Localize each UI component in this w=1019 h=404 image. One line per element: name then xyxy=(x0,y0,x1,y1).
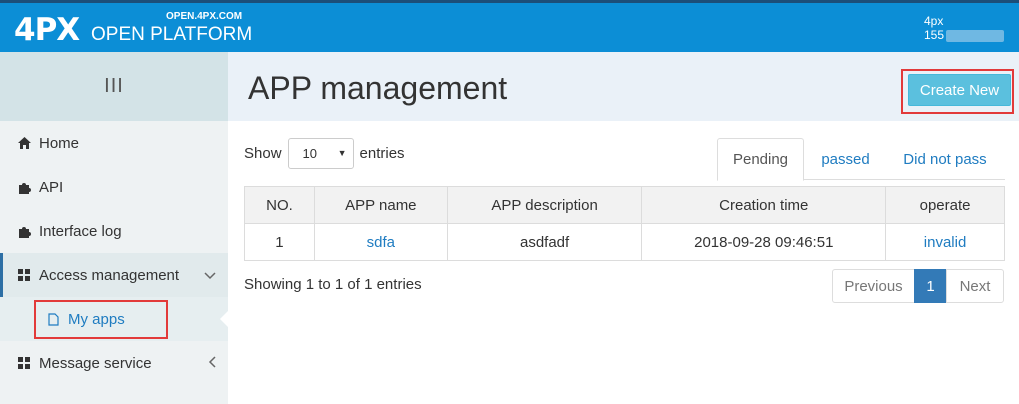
page-length-control: Show 10 ▼ entries xyxy=(244,138,405,169)
tab-did-not-pass[interactable]: Did not pass xyxy=(892,138,998,180)
column-header[interactable]: APP description xyxy=(446,186,643,224)
file-icon xyxy=(46,312,60,326)
sidebar: III Home API Interface log Access manage… xyxy=(0,52,228,404)
user-info[interactable]: 4px 155 xyxy=(924,14,1005,42)
sidebar-toggle-button[interactable]: III xyxy=(0,52,228,121)
cell-description: asdfadf xyxy=(446,223,643,261)
home-icon xyxy=(17,136,31,150)
apps-table: NO. APP name APP description Creation ti… xyxy=(244,186,1005,261)
user-name: 4px xyxy=(924,14,944,28)
grid-icon xyxy=(17,268,31,282)
table-info: Showing 1 to 1 of 1 entries xyxy=(244,276,422,293)
sidebar-item-label: Interface log xyxy=(39,222,122,240)
cell-number: 1 xyxy=(244,223,315,261)
grid-icon xyxy=(17,356,31,370)
caret-down-icon: ▼ xyxy=(337,148,347,158)
table-header-row: NO. APP name APP description Creation ti… xyxy=(244,186,1005,224)
puzzle-icon xyxy=(17,224,31,238)
page-header: APP management Create New xyxy=(228,52,1019,121)
sidebar-item-label: Access management xyxy=(39,266,180,284)
logo-name: OPEN PLATFORM xyxy=(91,24,253,45)
column-header[interactable]: Creation time xyxy=(641,186,887,224)
page-title: APP management xyxy=(248,70,508,106)
status-tabs: Pending passed Did not pass xyxy=(717,138,1005,181)
invalid-link[interactable]: invalid xyxy=(885,223,1005,261)
sidebar-item-label: My apps xyxy=(68,310,125,328)
page-1-button[interactable]: 1 xyxy=(914,269,947,303)
chevron-left-icon xyxy=(208,355,216,371)
app-name-link[interactable]: sdfa xyxy=(313,223,448,261)
sidebar-item-message-service[interactable]: Message service xyxy=(0,341,228,385)
puzzle-icon xyxy=(17,180,31,194)
redacted-mask xyxy=(946,29,1005,42)
top-navbar: 4PX OPEN.4PX.COM OPEN PLATFORM 4px 155 xyxy=(0,0,1019,52)
sidebar-item-my-apps[interactable]: My apps xyxy=(0,297,228,341)
sidebar-item-access-management[interactable]: Access management xyxy=(0,253,228,297)
column-header[interactable]: NO. xyxy=(244,186,315,224)
sidebar-item-interface-log[interactable]: Interface log xyxy=(0,209,228,253)
tab-passed[interactable]: passed xyxy=(809,138,882,180)
chevron-down-icon xyxy=(204,267,216,283)
sidebar-item-home[interactable]: Home xyxy=(0,121,228,165)
sidebar-item-label: Message service xyxy=(39,354,152,372)
page-size-value: 10 xyxy=(302,146,317,161)
show-label: Show xyxy=(244,145,282,162)
create-new-button[interactable]: Create New xyxy=(908,74,1011,106)
menu-icon: III xyxy=(104,75,124,97)
sidebar-item-label: Home xyxy=(39,134,80,152)
cell-creation-time: 2018-09-28 09:46:51 xyxy=(641,223,887,261)
column-header[interactable]: APP name xyxy=(313,186,448,224)
next-button[interactable]: Next xyxy=(946,269,1004,303)
tab-pending[interactable]: Pending xyxy=(717,138,804,181)
sidebar-item-label: API xyxy=(39,178,64,196)
column-header[interactable]: operate xyxy=(885,186,1005,224)
user-id: 155 xyxy=(924,28,945,42)
sidebar-item-api[interactable]: API xyxy=(0,165,228,209)
entries-label: entries xyxy=(359,145,405,162)
logo-domain: OPEN.4PX.COM xyxy=(166,11,243,22)
previous-button[interactable]: Previous xyxy=(832,269,915,303)
table-row: 1 sdfa asdfadf 2018-09-28 09:46:51 inval… xyxy=(244,223,1005,261)
pagination: Previous 1 Next xyxy=(832,269,1004,303)
logo-mark: 4PX xyxy=(14,12,80,48)
page-size-select[interactable]: 10 ▼ xyxy=(287,138,354,169)
active-pointer xyxy=(220,311,228,327)
